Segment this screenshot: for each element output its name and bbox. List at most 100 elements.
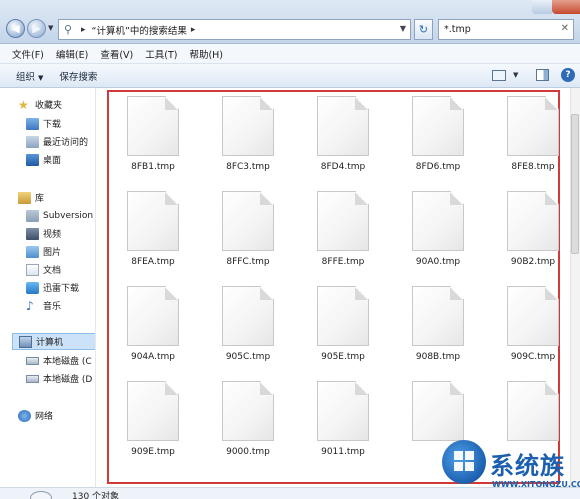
file-name: 8FB1.tmp — [131, 162, 175, 172]
hard-disk-icon — [26, 374, 39, 383]
maximize-button[interactable] — [532, 0, 552, 14]
close-window-button[interactable] — [552, 0, 580, 14]
view-dropdown-icon[interactable]: ▼ — [513, 71, 518, 79]
nav-label: 库 — [35, 194, 45, 204]
folder-icon — [26, 209, 39, 222]
nav-disk-c[interactable]: 本地磁盘 (C — [26, 352, 92, 369]
xunlei-icon — [26, 281, 39, 294]
file-name: 90B2.tmp — [510, 257, 556, 267]
recent-pages-dropdown[interactable]: ▼ — [48, 24, 53, 32]
file-item[interactable]: 909C.tmp — [495, 286, 571, 362]
network-icon — [18, 409, 31, 422]
organize-button[interactable]: 组织 ▼ — [12, 69, 55, 83]
save-search-button[interactable]: 保存搜索 — [55, 69, 109, 83]
hard-disk-icon — [26, 356, 39, 365]
file-item[interactable]: 8FEA.tmp — [115, 191, 191, 267]
page-fold — [545, 192, 558, 205]
nav-videos[interactable]: 视频 — [26, 225, 61, 242]
file-item[interactable]: 8FD6.tmp — [400, 96, 476, 172]
forward-button[interactable]: ▶ — [27, 19, 46, 38]
library-icon — [18, 191, 31, 204]
help-icon[interactable]: ? — [561, 68, 575, 82]
page-fold — [450, 382, 463, 395]
file-item[interactable]: 8FFC.tmp — [210, 191, 286, 267]
file-icon — [222, 96, 274, 156]
nav-documents[interactable]: 文档 — [26, 261, 61, 278]
nav-favorites[interactable]: ★ 收藏夹 — [18, 96, 62, 113]
watermark-url: WWW.XITONGZU.COM — [492, 480, 580, 489]
search-input[interactable]: *.tmp ✕ — [438, 19, 574, 40]
nav-xunlei[interactable]: 迅雷下载 — [26, 279, 79, 296]
page-fold — [355, 97, 368, 110]
file-item[interactable]: 8FFE.tmp — [305, 191, 381, 267]
page-fold — [165, 192, 178, 205]
file-item[interactable]: 90B2.tmp — [495, 191, 571, 267]
page-fold — [450, 287, 463, 300]
page-fold — [260, 192, 273, 205]
clear-search-icon[interactable]: ✕ — [561, 23, 569, 34]
watermark: 系统族 WWW.XITONGZU.COM — [438, 432, 580, 496]
page-fold — [260, 382, 273, 395]
file-name: 8FD6.tmp — [415, 162, 461, 172]
menu-bar: 文件(F) 编辑(E) 查看(V) 工具(T) 帮助(H) — [0, 44, 580, 64]
file-item[interactable]: 905E.tmp — [305, 286, 381, 362]
file-item[interactable]: 8FB1.tmp — [115, 96, 191, 172]
nav-music[interactable]: ♪ 音乐 — [26, 297, 61, 314]
file-name: 90A0.tmp — [415, 257, 461, 267]
view-options-icon[interactable] — [492, 70, 506, 81]
nav-disk-d[interactable]: 本地磁盘 (D — [26, 370, 92, 387]
menu-file[interactable]: 文件(F) — [6, 47, 50, 61]
refresh-button[interactable]: ↻ — [414, 19, 433, 40]
file-name: 8FEA.tmp — [131, 257, 175, 267]
nav-label: 图片 — [43, 248, 62, 258]
download-folder-icon — [26, 117, 39, 130]
nav-libraries[interactable]: 库 — [18, 189, 44, 206]
file-name: 905E.tmp — [321, 352, 365, 362]
nav-recent[interactable]: 最近访问的 — [26, 133, 88, 150]
nav-subversion[interactable]: Subversion — [26, 207, 93, 224]
file-item[interactable]: 909E.tmp — [115, 381, 191, 457]
menu-edit[interactable]: 编辑(E) — [50, 47, 94, 61]
file-item[interactable]: 8FE8.tmp — [495, 96, 571, 172]
menu-tools[interactable]: 工具(T) — [139, 47, 183, 61]
chevron-down-icon[interactable]: ▼ — [400, 24, 406, 33]
file-name: 908B.tmp — [415, 352, 461, 362]
document-library-icon — [26, 263, 39, 276]
preview-pane-icon[interactable] — [536, 69, 549, 81]
file-item[interactable]: 8FD4.tmp — [305, 96, 381, 172]
chevron-right-icon[interactable]: ▸ — [81, 25, 86, 35]
address-field[interactable]: ⚲ ▸ “计算机”中的搜索结果 ▸ ▼ — [58, 19, 411, 40]
file-icon — [222, 191, 274, 251]
file-icon — [222, 286, 274, 346]
music-note-icon: ♪ — [26, 298, 34, 313]
arrow-left-icon: ◀ — [11, 22, 20, 35]
file-item[interactable]: 90A0.tmp — [400, 191, 476, 267]
back-button[interactable]: ◀ — [6, 19, 25, 38]
page-fold — [545, 382, 558, 395]
windows-logo-icon — [454, 451, 474, 471]
file-item[interactable]: 908B.tmp — [400, 286, 476, 362]
nav-label: 桌面 — [43, 156, 62, 166]
nav-computer[interactable]: 计算机 — [12, 333, 95, 350]
breadcrumb[interactable]: “计算机”中的搜索结果 — [92, 23, 187, 37]
file-item[interactable]: 905C.tmp — [210, 286, 286, 362]
file-name: 909E.tmp — [131, 447, 175, 457]
file-item[interactable]: 9000.tmp — [210, 381, 286, 457]
nav-pictures[interactable]: 图片 — [26, 243, 61, 260]
vertical-scrollbar[interactable] — [570, 88, 580, 487]
file-item[interactable]: 9011.tmp — [305, 381, 381, 457]
file-item[interactable]: 904A.tmp — [115, 286, 191, 362]
page-fold — [545, 97, 558, 110]
scrollbar-thumb[interactable] — [571, 114, 579, 254]
file-item[interactable]: 8FC3.tmp — [210, 96, 286, 172]
menu-help[interactable]: 帮助(H) — [183, 47, 229, 61]
nav-desktop[interactable]: 桌面 — [26, 151, 61, 168]
chevron-right-icon[interactable]: ▸ — [191, 25, 196, 35]
file-name: 9000.tmp — [226, 447, 270, 457]
file-name: 8FFC.tmp — [226, 257, 270, 267]
menu-view[interactable]: 查看(V) — [94, 47, 139, 61]
nav-downloads[interactable]: 下载 — [26, 115, 61, 132]
chevron-down-icon: ▼ — [38, 73, 44, 82]
file-icon — [317, 191, 369, 251]
nav-network[interactable]: 网络 — [18, 407, 53, 424]
